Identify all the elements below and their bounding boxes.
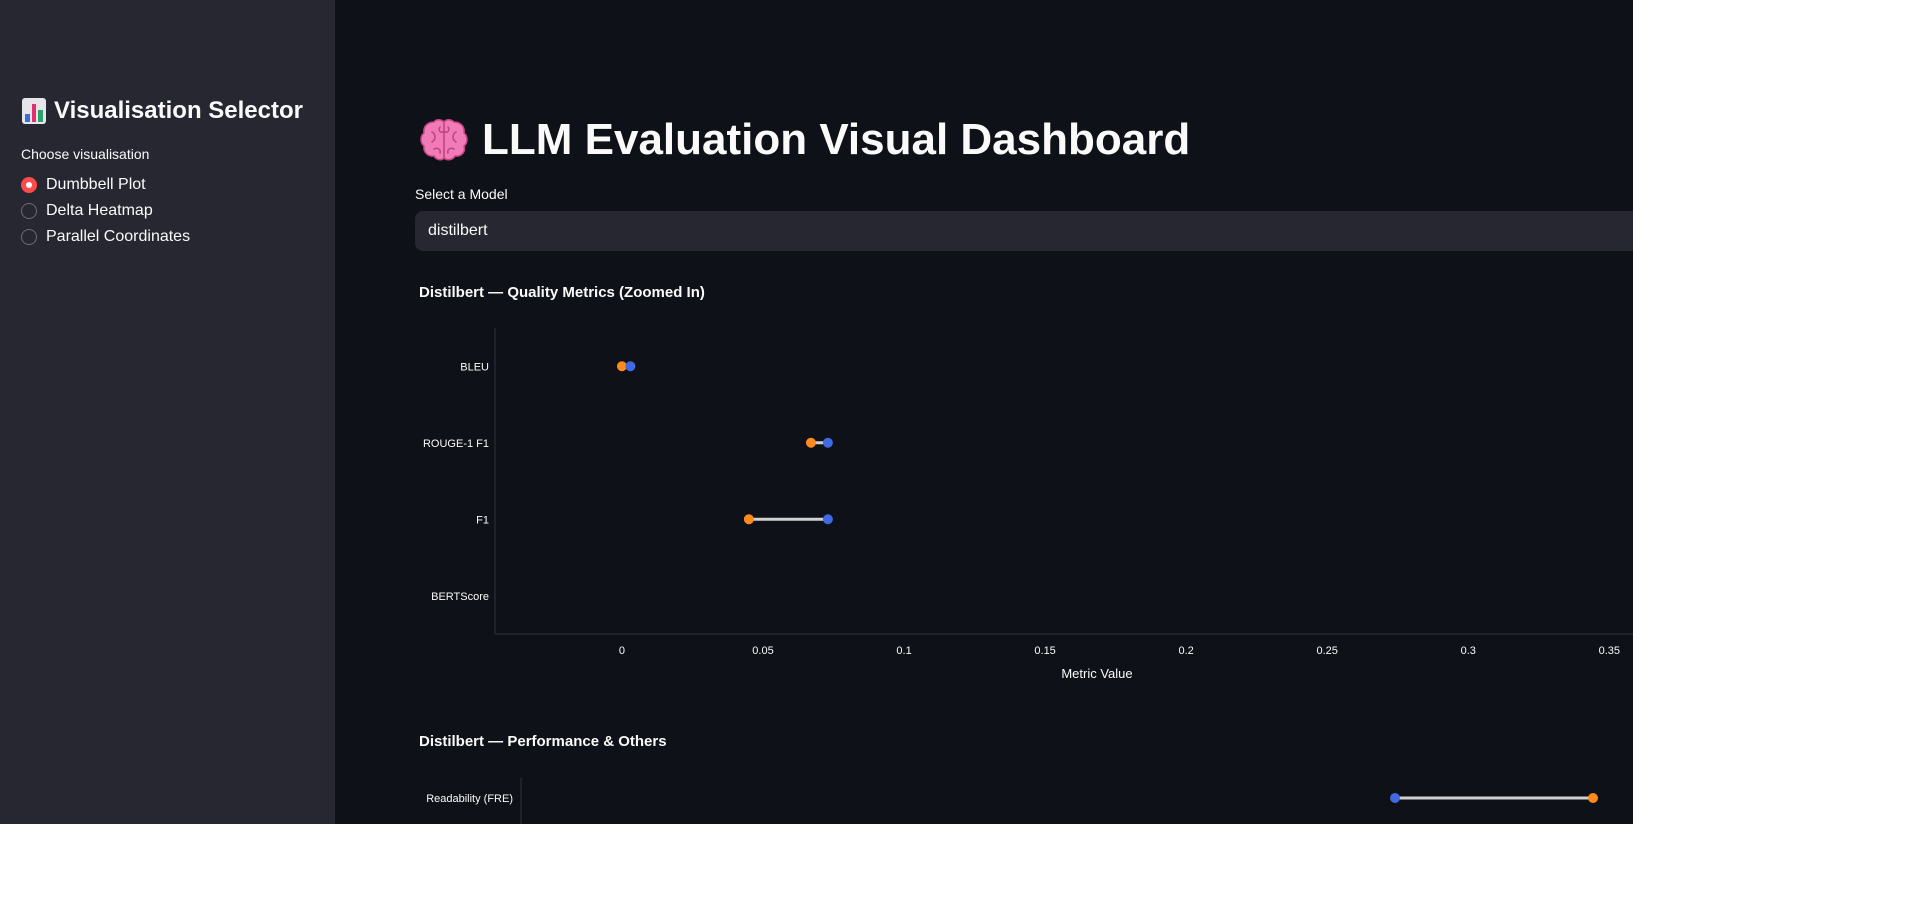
- page-title-text: LLM Evaluation Visual Dashboard: [482, 115, 1191, 164]
- y-tick-label: BLEU: [460, 361, 489, 373]
- model-select-label: Select a Model: [415, 186, 508, 202]
- series-a-point: [805, 437, 816, 448]
- series-b-point: [1390, 793, 1400, 803]
- visualisation-radio-group: Dumbbell Plot Delta Heatmap Parallel Coo…: [21, 172, 190, 250]
- series-b-point: [625, 361, 636, 372]
- x-tick-label: 0.2: [1179, 645, 1194, 657]
- radio-option-parallel-coordinates[interactable]: Parallel Coordinates: [21, 224, 190, 250]
- radio-option-label: Delta Heatmap: [46, 202, 153, 219]
- x-tick-label: 0.25: [1316, 645, 1337, 657]
- x-tick-label: 0.35: [1599, 645, 1620, 657]
- radio-checked-icon[interactable]: [21, 177, 37, 193]
- x-tick-label: 0.1: [896, 645, 911, 657]
- main-content: LLM Evaluation Visual Dashboard Select a…: [335, 0, 1633, 824]
- series-b-point: [822, 437, 833, 448]
- sidebar: Visualisation Selector Choose visualisat…: [0, 0, 335, 824]
- model-select-value: distilbert: [428, 222, 488, 239]
- x-tick-label: 0: [619, 645, 625, 657]
- bar-chart-icon: [22, 98, 46, 124]
- radio-unchecked-icon[interactable]: [21, 229, 37, 245]
- app-window: Visualisation Selector Choose visualisat…: [0, 0, 1633, 824]
- y-tick-label: Readability (FRE): [426, 793, 513, 805]
- series-a-point: [1588, 793, 1598, 803]
- radio-option-label: Dumbbell Plot: [46, 176, 146, 193]
- x-tick-label: 0.05: [752, 645, 773, 657]
- page-title: LLM Evaluation Visual Dashboard: [420, 112, 1190, 168]
- radio-option-dumbbell-plot[interactable]: Dumbbell Plot: [21, 172, 190, 198]
- brain-icon: [420, 119, 468, 161]
- performance-chart: Readability (FRE): [426, 778, 1598, 824]
- series-b-point: [822, 514, 833, 525]
- y-tick-label: F1: [476, 514, 489, 526]
- visualisation-radio-label: Choose visualisation: [21, 146, 150, 162]
- radio-option-label: Parallel Coordinates: [46, 228, 191, 245]
- x-axis-title: Metric Value: [1061, 666, 1132, 681]
- series-a-point: [743, 514, 754, 525]
- x-tick-label: 0.15: [1034, 645, 1055, 657]
- model-select[interactable]: distilbert: [415, 211, 1633, 251]
- radio-unchecked-icon[interactable]: [21, 203, 37, 219]
- sidebar-title-text: Visualisation Selector: [54, 97, 303, 124]
- quality-metrics-chart: 00.050.10.150.20.250.30.350.4Metric Valu…: [423, 328, 1633, 681]
- performance-chart-title: Distilbert — Performance & Others: [419, 733, 667, 750]
- x-tick-label: 0.3: [1461, 645, 1476, 657]
- sidebar-title: Visualisation Selector: [22, 94, 303, 128]
- y-tick-label: BERTScore: [431, 591, 489, 603]
- y-tick-label: ROUGE-1 F1: [423, 438, 489, 450]
- radio-option-delta-heatmap[interactable]: Delta Heatmap: [21, 198, 190, 224]
- quality-chart-title: Distilbert — Quality Metrics (Zoomed In): [419, 284, 705, 301]
